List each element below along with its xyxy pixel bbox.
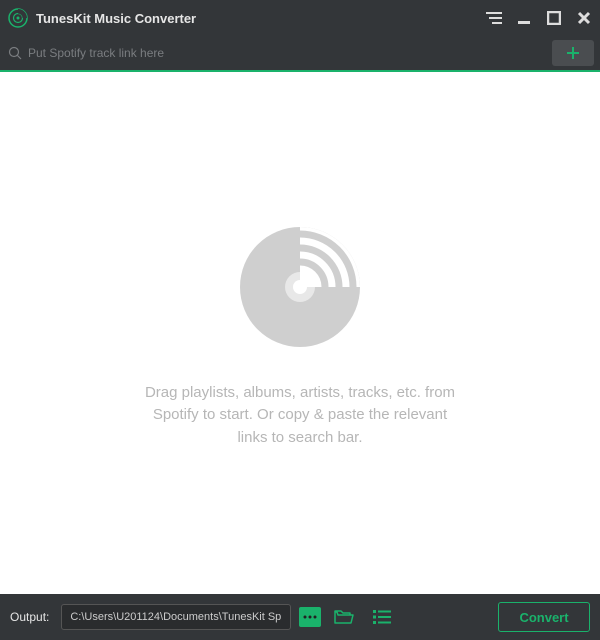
menu-icon[interactable] (486, 10, 502, 26)
window-controls (486, 10, 592, 26)
more-icon (303, 614, 317, 620)
app-window: TunesKit Music Converter (0, 0, 600, 640)
search-input[interactable] (28, 46, 552, 60)
app-logo-icon (8, 8, 28, 28)
browse-button[interactable] (299, 607, 321, 627)
main-area[interactable]: Drag playlists, albums, artists, tracks,… (0, 72, 600, 594)
plus-icon (565, 45, 581, 61)
empty-state-text: Drag playlists, albums, artists, tracks,… (125, 382, 475, 450)
search-icon (8, 46, 22, 60)
logo-wrap: TunesKit Music Converter (8, 8, 486, 28)
empty-line: Drag playlists, albums, artists, tracks,… (145, 382, 455, 405)
output-path-text: C:\Users\U201124\Documents\TunesKit Sp (70, 611, 281, 623)
titlebar: TunesKit Music Converter (0, 0, 600, 36)
search-bar (0, 36, 600, 72)
empty-line: Spotify to start. Or copy & paste the re… (145, 404, 455, 427)
convert-button[interactable]: Convert (498, 602, 590, 632)
empty-disc-icon (230, 217, 370, 362)
footer-bar: Output: C:\Users\U201124\Documents\Tunes… (0, 594, 600, 640)
output-label: Output: (10, 610, 49, 624)
open-folder-button[interactable] (329, 604, 359, 630)
folder-icon (334, 609, 354, 625)
app-title: TunesKit Music Converter (36, 11, 196, 26)
output-path-field[interactable]: C:\Users\U201124\Documents\TunesKit Sp (61, 604, 291, 630)
empty-line: links to search bar. (145, 427, 455, 450)
format-settings-button[interactable] (367, 604, 397, 630)
close-icon[interactable] (576, 10, 592, 26)
minimize-icon[interactable] (516, 10, 532, 26)
add-button[interactable] (552, 40, 594, 66)
list-settings-icon (373, 609, 391, 625)
maximize-icon[interactable] (546, 10, 562, 26)
